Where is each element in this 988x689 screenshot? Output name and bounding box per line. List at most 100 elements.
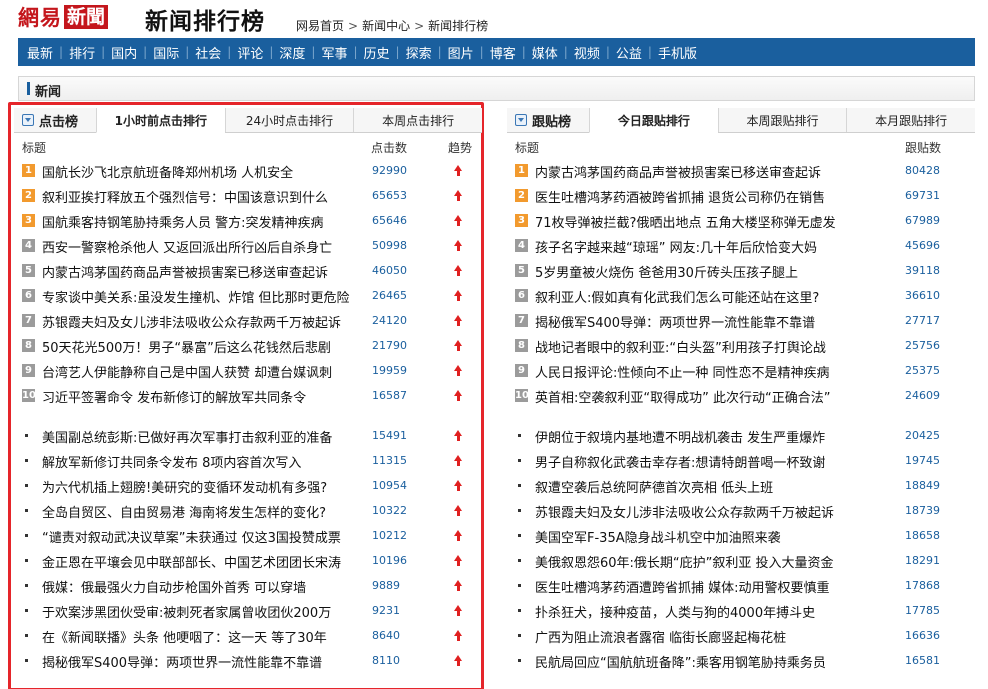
news-title-link[interactable]: 叙利亚人:假如真有化武我们怎么可能还站在这里? bbox=[535, 287, 895, 306]
table-row[interactable]: 美国副总统彭斯:已做好再次军事打击叙利亚的准备 15491 bbox=[14, 423, 482, 448]
table-row[interactable]: 9 人民日报评论:性倾向不止一种 同性恋不是精神疾病 25375 bbox=[507, 358, 975, 383]
news-title-link[interactable]: 民航局回应“国航航班备降”:乘客用钢笔胁持乘务员 bbox=[535, 652, 895, 671]
right-tab-2[interactable]: 本月跟贴排行 bbox=[846, 108, 975, 132]
breadcrumb-news-center-link[interactable]: 新闻中心 bbox=[362, 19, 410, 33]
table-row[interactable]: 4 西安一警察枪杀他人 又返回派出所行凶后自杀身亡 50998 bbox=[14, 233, 482, 258]
news-title-link[interactable]: 男子自称叙化武袭击幸存者:想请特朗普喝一杯致谢 bbox=[535, 452, 895, 471]
nav-item-15[interactable]: 手机版 bbox=[658, 43, 697, 62]
table-row[interactable]: 4 孩子名字越来越“琼瑶” 网友:几十年后欣恰变大妈 45696 bbox=[507, 233, 975, 258]
table-row[interactable]: 8 战地记者眼中的叙利亚:“白头盔”利用孩子打舆论战 25756 bbox=[507, 333, 975, 358]
nav-item-1[interactable]: 排行 bbox=[69, 43, 95, 62]
nav-item-11[interactable]: 博客 bbox=[490, 43, 516, 62]
table-row[interactable]: 苏银霞夫妇及女儿涉非法吸收公众存款两千万被起诉 18739 bbox=[507, 498, 975, 523]
nav-item-7[interactable]: 军事 bbox=[321, 43, 347, 62]
table-row[interactable]: 10 英首相:空袭叙利亚“取得成功” 此次行动“正确合法” 24609 bbox=[507, 383, 975, 408]
table-row[interactable]: “谴责对叙动武决议草案”未获通过 仅这3国投赞成票 10212 bbox=[14, 523, 482, 548]
table-row[interactable]: 5 内蒙古鸿茅国药商品声誉被损害案已移送审查起诉 46050 bbox=[14, 258, 482, 283]
news-title-link[interactable]: 俄媒：俄最强火力自动步枪国外首秀 可以穿墙 bbox=[42, 577, 367, 596]
nav-item-3[interactable]: 国际 bbox=[153, 43, 179, 62]
table-row[interactable]: 全岛自贸区、自由贸易港 海南将发生怎样的变化? 10322 bbox=[14, 498, 482, 523]
table-row[interactable]: 8 50天花光500万！男子“暴富”后这么花钱然后悲剧 21790 bbox=[14, 333, 482, 358]
news-title-link[interactable]: 医生吐槽鸿茅药酒被跨省抓捕 退货公司称仍在销售 bbox=[535, 187, 895, 206]
nav-item-5[interactable]: 评论 bbox=[237, 43, 263, 62]
table-row[interactable]: 叙遭空袭后总统阿萨德首次亮相 低头上班 18849 bbox=[507, 473, 975, 498]
news-title-link[interactable]: 扑杀狂犬，接种疫苗，人类与狗的4000年搏斗史 bbox=[535, 602, 895, 621]
table-row[interactable]: 医生吐槽鸿茅药酒遭跨省抓捕 媒体:动用警权要慎重 17868 bbox=[507, 573, 975, 598]
news-title-link[interactable]: 5岁男童被火烧伤 爸爸用30斤砖头压孩子腿上 bbox=[535, 262, 895, 281]
news-title-link[interactable]: 国航乘客持钢笔胁持乘务人员 警方:突发精神疾病 bbox=[42, 212, 367, 231]
table-row[interactable]: 7 苏银霞夫妇及女儿涉非法吸收公众存款两千万被起诉 24120 bbox=[14, 308, 482, 333]
news-title-link[interactable]: “谴责对叙动武决议草案”未获通过 仅这3国投赞成票 bbox=[42, 527, 367, 546]
news-title-link[interactable]: 国航长沙飞北京航班备降郑州机场 人机安全 bbox=[42, 162, 367, 181]
news-title-link[interactable]: 美俄叙恩怨60年:俄长期“庇护”叙利亚 投入大量资金 bbox=[535, 552, 895, 571]
left-tab-0[interactable]: 1小时前点击排行 bbox=[96, 108, 225, 133]
news-title-link[interactable]: 在《新闻联播》头条 他哽咽了：这一天 等了30年 bbox=[42, 627, 367, 646]
table-row[interactable]: 为六代机插上翅膀!美研究的变循环发动机有多强? 10954 bbox=[14, 473, 482, 498]
news-title-link[interactable]: 解放军新修订共同条令发布 8项内容首次写入 bbox=[42, 452, 367, 471]
table-row[interactable]: 10 习近平签署命令 发布新修订的解放军共同条令 16587 bbox=[14, 383, 482, 408]
table-row[interactable]: 俄媒：俄最强火力自动步枪国外首秀 可以穿墙 9889 bbox=[14, 573, 482, 598]
news-title-link[interactable]: 叙遭空袭后总统阿萨德首次亮相 低头上班 bbox=[535, 477, 895, 496]
table-row[interactable]: 3 71枚导弹被拦截?俄晒出地点 五角大楼坚称弹无虚发 67989 bbox=[507, 208, 975, 233]
right-tab-0[interactable]: 今日跟贴排行 bbox=[589, 108, 718, 133]
table-row[interactable]: 3 国航乘客持钢笔胁持乘务人员 警方:突发精神疾病 65646 bbox=[14, 208, 482, 233]
table-row[interactable]: 2 叙利亚挨打释放五个强烈信号：中国该意识到什么 65653 bbox=[14, 183, 482, 208]
news-title-link[interactable]: 全岛自贸区、自由贸易港 海南将发生怎样的变化? bbox=[42, 502, 367, 521]
news-title-link[interactable]: 71枚导弹被拦截?俄晒出地点 五角大楼坚称弹无虚发 bbox=[535, 212, 895, 231]
nav-item-0[interactable]: 最新 bbox=[27, 43, 53, 62]
news-title-link[interactable]: 战地记者眼中的叙利亚:“白头盔”利用孩子打舆论战 bbox=[535, 337, 895, 356]
news-title-link[interactable]: 50天花光500万！男子“暴富”后这么花钱然后悲剧 bbox=[42, 337, 367, 356]
news-title-link[interactable]: 医生吐槽鸿茅药酒遭跨省抓捕 媒体:动用警权要慎重 bbox=[535, 577, 895, 596]
nav-item-8[interactable]: 历史 bbox=[364, 43, 390, 62]
news-title-link[interactable]: 金正恩在平壤会见中联部部长、中国艺术团团长宋涛 bbox=[42, 552, 367, 571]
news-title-link[interactable]: 为六代机插上翅膀!美研究的变循环发动机有多强? bbox=[42, 477, 367, 496]
table-row[interactable]: 6 专家谈中美关系:虽没发生撞机、炸馆 但比那时更危险 26465 bbox=[14, 283, 482, 308]
nav-item-12[interactable]: 媒体 bbox=[532, 43, 558, 62]
table-row[interactable]: 6 叙利亚人:假如真有化武我们怎么可能还站在这里? 36610 bbox=[507, 283, 975, 308]
nav-item-13[interactable]: 视频 bbox=[574, 43, 600, 62]
left-tab-2[interactable]: 本周点击排行 bbox=[353, 108, 482, 132]
news-title-link[interactable]: 人民日报评论:性倾向不止一种 同性恋不是精神疾病 bbox=[535, 362, 895, 381]
table-row[interactable]: 金正恩在平壤会见中联部部长、中国艺术团团长宋涛 10196 bbox=[14, 548, 482, 573]
table-row[interactable]: 7 揭秘俄军S400导弹：两项世界一流性能靠不靠谱 27717 bbox=[507, 308, 975, 333]
news-title-link[interactable]: 美国副总统彭斯:已做好再次军事打击叙利亚的准备 bbox=[42, 427, 367, 446]
left-tab-1[interactable]: 24小时点击排行 bbox=[224, 108, 354, 132]
news-title-link[interactable]: 英首相:空袭叙利亚“取得成功” 此次行动“正确合法” bbox=[535, 387, 895, 406]
news-title-link[interactable]: 于欢案涉黑团伙受审:被刺死者家属曾收团伙200万 bbox=[42, 602, 367, 621]
table-row[interactable]: 广西为阻止流浪者露宿 临街长廊竖起梅花桩 16636 bbox=[507, 623, 975, 648]
nav-item-10[interactable]: 图片 bbox=[448, 43, 474, 62]
table-row[interactable]: 伊朗位于叙境内基地遭不明战机袭击 发生严重爆炸 20425 bbox=[507, 423, 975, 448]
news-title-link[interactable]: 揭秘俄军S400导弹：两项世界一流性能靠不靠谱 bbox=[535, 312, 895, 331]
netease-news-logo[interactable]: 網易 新聞 bbox=[18, 4, 109, 30]
news-title-link[interactable]: 专家谈中美关系:虽没发生撞机、炸馆 但比那时更危险 bbox=[42, 287, 367, 306]
table-row[interactable]: 美国空军F-35A隐身战斗机空中加油照来袭 18658 bbox=[507, 523, 975, 548]
news-title-link[interactable]: 广西为阻止流浪者露宿 临街长廊竖起梅花桩 bbox=[535, 627, 895, 646]
table-row[interactable]: 揭秘俄军S400导弹：两项世界一流性能靠不靠谱 8110 bbox=[14, 648, 482, 673]
breadcrumb-home-link[interactable]: 网易首页 bbox=[296, 19, 344, 33]
table-row[interactable]: 2 医生吐槽鸿茅药酒被跨省抓捕 退货公司称仍在销售 69731 bbox=[507, 183, 975, 208]
table-row[interactable]: 1 内蒙古鸿茅国药商品声誉被损害案已移送审查起诉 80428 bbox=[507, 158, 975, 183]
news-title-link[interactable]: 伊朗位于叙境内基地遭不明战机袭击 发生严重爆炸 bbox=[535, 427, 895, 446]
table-row[interactable]: 民航局回应“国航航班备降”:乘客用钢笔胁持乘务员 16581 bbox=[507, 648, 975, 673]
nav-item-9[interactable]: 探索 bbox=[406, 43, 432, 62]
table-row[interactable]: 解放军新修订共同条令发布 8项内容首次写入 11315 bbox=[14, 448, 482, 473]
table-row[interactable]: 在《新闻联播》头条 他哽咽了：这一天 等了30年 8640 bbox=[14, 623, 482, 648]
news-title-link[interactable]: 揭秘俄军S400导弹：两项世界一流性能靠不靠谱 bbox=[42, 652, 367, 671]
news-title-link[interactable]: 台湾艺人伊能静称自己是中国人获赞 却遭台媒讽刺 bbox=[42, 362, 367, 381]
news-title-link[interactable]: 叙利亚挨打释放五个强烈信号：中国该意识到什么 bbox=[42, 187, 367, 206]
nav-item-6[interactable]: 深度 bbox=[279, 43, 305, 62]
news-title-link[interactable]: 孩子名字越来越“琼瑶” 网友:几十年后欣恰变大妈 bbox=[535, 237, 895, 256]
table-row[interactable]: 5 5岁男童被火烧伤 爸爸用30斤砖头压孩子腿上 39118 bbox=[507, 258, 975, 283]
right-tab-1[interactable]: 本周跟贴排行 bbox=[717, 108, 847, 132]
news-title-link[interactable]: 内蒙古鸿茅国药商品声誉被损害案已移送审查起诉 bbox=[535, 162, 895, 181]
news-title-link[interactable]: 西安一警察枪杀他人 又返回派出所行凶后自杀身亡 bbox=[42, 237, 367, 256]
table-row[interactable]: 男子自称叙化武袭击幸存者:想请特朗普喝一杯致谢 19745 bbox=[507, 448, 975, 473]
news-title-link[interactable]: 美国空军F-35A隐身战斗机空中加油照来袭 bbox=[535, 527, 895, 546]
news-title-link[interactable]: 习近平签署命令 发布新修订的解放军共同条令 bbox=[42, 387, 367, 406]
table-row[interactable]: 美俄叙恩怨60年:俄长期“庇护”叙利亚 投入大量资金 18291 bbox=[507, 548, 975, 573]
news-title-link[interactable]: 内蒙古鸿茅国药商品声誉被损害案已移送审查起诉 bbox=[42, 262, 367, 281]
table-row[interactable]: 于欢案涉黑团伙受审:被刺死者家属曾收团伙200万 9231 bbox=[14, 598, 482, 623]
table-row[interactable]: 9 台湾艺人伊能静称自己是中国人获赞 却遭台媒讽刺 19959 bbox=[14, 358, 482, 383]
table-row[interactable]: 扑杀狂犬，接种疫苗，人类与狗的4000年搏斗史 17785 bbox=[507, 598, 975, 623]
nav-item-4[interactable]: 社会 bbox=[195, 43, 221, 62]
